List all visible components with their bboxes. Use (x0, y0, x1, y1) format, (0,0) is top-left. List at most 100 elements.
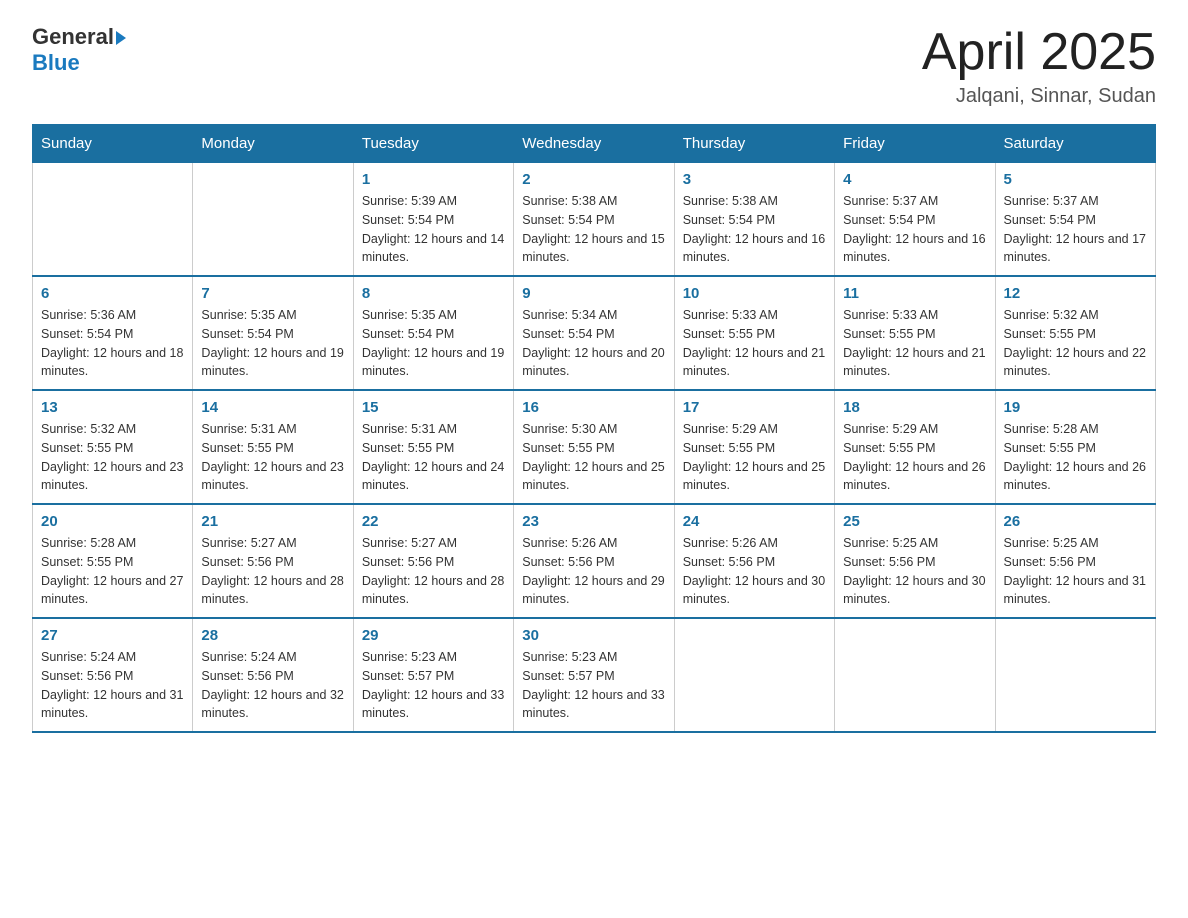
day-info: Sunrise: 5:27 AMSunset: 5:56 PMDaylight:… (362, 534, 505, 609)
day-info: Sunrise: 5:25 AMSunset: 5:56 PMDaylight:… (1004, 534, 1147, 609)
day-number: 1 (362, 171, 505, 188)
day-number: 13 (41, 399, 184, 416)
calendar-day-cell (674, 618, 834, 732)
calendar-day-cell: 4Sunrise: 5:37 AMSunset: 5:54 PMDaylight… (835, 163, 995, 277)
day-info: Sunrise: 5:29 AMSunset: 5:55 PMDaylight:… (843, 420, 986, 495)
logo-arrow-icon (116, 31, 126, 45)
calendar-day-cell: 30 Sunrise: 5:23 AMSunset: 5:57 PMDayligh… (514, 618, 674, 732)
calendar-header-cell: Wednesday (514, 125, 674, 163)
day-info: Sunrise: 5:37 AMSunset: 5:54 PMDaylight:… (1004, 192, 1147, 267)
day-info: Sunrise: 5:28 AMSunset: 5:55 PMDaylight:… (41, 534, 184, 609)
day-info: Sunrise: 5:26 AMSunset: 5:56 PMDaylight:… (683, 534, 826, 609)
calendar-table: SundayMondayTuesdayWednesdayThursdayFrid… (32, 124, 1156, 733)
day-number: 26 (1004, 513, 1147, 530)
calendar-day-cell: 28 Sunrise: 5:24 AMSunset: 5:56 PMDayligh… (193, 618, 353, 732)
day-info: Sunrise: 5:26 AMSunset: 5:56 PMDaylight:… (522, 534, 665, 609)
day-number: 20 (41, 513, 184, 530)
subtitle: Jalqani, Sinnar, Sudan (922, 85, 1156, 108)
calendar-day-cell: 24 Sunrise: 5:26 AMSunset: 5:56 PMDayligh… (674, 504, 834, 618)
title-block: April 2025 Jalqani, Sinnar, Sudan (922, 24, 1156, 108)
day-info: Sunrise: 5:32 AMSunset: 5:55 PMDaylight:… (1004, 306, 1147, 381)
calendar-day-cell: 7 Sunrise: 5:35 AMSunset: 5:54 PMDaylight… (193, 276, 353, 390)
day-number: 2 (522, 171, 665, 188)
calendar-day-cell: 22 Sunrise: 5:27 AMSunset: 5:56 PMDayligh… (353, 504, 513, 618)
day-info: Sunrise: 5:24 AMSunset: 5:56 PMDaylight:… (41, 648, 184, 723)
day-number: 17 (683, 399, 826, 416)
calendar-day-cell: 14 Sunrise: 5:31 AMSunset: 5:55 PMDayligh… (193, 390, 353, 504)
day-info: Sunrise: 5:32 AMSunset: 5:55 PMDaylight:… (41, 420, 184, 495)
calendar-header-cell: Friday (835, 125, 995, 163)
calendar-day-cell: 21Sunrise: 5:27 AMSunset: 5:56 PMDayligh… (193, 504, 353, 618)
main-title: April 2025 (922, 24, 1156, 81)
day-number: 16 (522, 399, 665, 416)
day-info: Sunrise: 5:39 AMSunset: 5:54 PMDaylight:… (362, 192, 505, 267)
calendar-day-cell: 10Sunrise: 5:33 AMSunset: 5:55 PMDayligh… (674, 276, 834, 390)
day-number: 25 (843, 513, 986, 530)
day-number: 19 (1004, 399, 1147, 416)
calendar-day-cell: 2 Sunrise: 5:38 AMSunset: 5:54 PMDaylight… (514, 163, 674, 277)
day-number: 23 (522, 513, 665, 530)
day-number: 29 (362, 627, 505, 644)
day-info: Sunrise: 5:23 AMSunset: 5:57 PMDaylight:… (522, 648, 665, 723)
calendar-day-cell: 23 Sunrise: 5:26 AMSunset: 5:56 PMDayligh… (514, 504, 674, 618)
day-number: 7 (201, 285, 344, 302)
logo-blue: Blue (32, 50, 80, 76)
day-number: 27 (41, 627, 184, 644)
day-info: Sunrise: 5:36 AMSunset: 5:54 PMDaylight:… (41, 306, 184, 381)
calendar-day-cell: 5 Sunrise: 5:37 AMSunset: 5:54 PMDaylight… (995, 163, 1155, 277)
calendar-week-row: 20 Sunrise: 5:28 AMSunset: 5:55 PMDayligh… (33, 504, 1156, 618)
calendar-day-cell: 1 Sunrise: 5:39 AMSunset: 5:54 PMDaylight… (353, 163, 513, 277)
calendar-day-cell: 17 Sunrise: 5:29 AMSunset: 5:55 PMDayligh… (674, 390, 834, 504)
day-info: Sunrise: 5:38 AMSunset: 5:54 PMDaylight:… (683, 192, 826, 267)
logo: General Blue (32, 24, 126, 76)
day-info: Sunrise: 5:24 AMSunset: 5:56 PMDaylight:… (201, 648, 344, 723)
day-number: 28 (201, 627, 344, 644)
day-info: Sunrise: 5:23 AMSunset: 5:57 PMDaylight:… (362, 648, 505, 723)
day-number: 5 (1004, 171, 1147, 188)
calendar-day-cell: 12 Sunrise: 5:32 AMSunset: 5:55 PMDayligh… (995, 276, 1155, 390)
day-number: 8 (362, 285, 505, 302)
calendar-day-cell: 3Sunrise: 5:38 AMSunset: 5:54 PMDaylight… (674, 163, 834, 277)
day-number: 30 (522, 627, 665, 644)
day-info: Sunrise: 5:35 AMSunset: 5:54 PMDaylight:… (201, 306, 344, 381)
logo-general: General (32, 24, 114, 50)
calendar-week-row: 6 Sunrise: 5:36 AMSunset: 5:54 PMDaylight… (33, 276, 1156, 390)
calendar-header-row: SundayMondayTuesdayWednesdayThursdayFrid… (33, 125, 1156, 163)
calendar-day-cell: 29 Sunrise: 5:23 AMSunset: 5:57 PMDayligh… (353, 618, 513, 732)
calendar-header-cell: Sunday (33, 125, 193, 163)
day-number: 12 (1004, 285, 1147, 302)
calendar-week-row: 27 Sunrise: 5:24 AMSunset: 5:56 PMDayligh… (33, 618, 1156, 732)
day-info: Sunrise: 5:34 AMSunset: 5:54 PMDaylight:… (522, 306, 665, 381)
calendar-day-cell (33, 163, 193, 277)
day-number: 22 (362, 513, 505, 530)
calendar-day-cell: 13 Sunrise: 5:32 AMSunset: 5:55 PMDayligh… (33, 390, 193, 504)
day-info: Sunrise: 5:31 AMSunset: 5:55 PMDaylight:… (201, 420, 344, 495)
calendar-day-cell: 8 Sunrise: 5:35 AMSunset: 5:54 PMDaylight… (353, 276, 513, 390)
calendar-header-cell: Monday (193, 125, 353, 163)
day-info: Sunrise: 5:31 AMSunset: 5:55 PMDaylight:… (362, 420, 505, 495)
page-header: General Blue April 2025 Jalqani, Sinnar,… (32, 24, 1156, 108)
calendar-day-cell: 15Sunrise: 5:31 AMSunset: 5:55 PMDayligh… (353, 390, 513, 504)
calendar-week-row: 1 Sunrise: 5:39 AMSunset: 5:54 PMDaylight… (33, 163, 1156, 277)
calendar-day-cell: 25Sunrise: 5:25 AMSunset: 5:56 PMDayligh… (835, 504, 995, 618)
day-number: 21 (201, 513, 344, 530)
day-info: Sunrise: 5:29 AMSunset: 5:55 PMDaylight:… (683, 420, 826, 495)
day-number: 9 (522, 285, 665, 302)
calendar-day-cell (193, 163, 353, 277)
day-info: Sunrise: 5:38 AMSunset: 5:54 PMDaylight:… (522, 192, 665, 267)
day-number: 4 (843, 171, 986, 188)
day-number: 6 (41, 285, 184, 302)
calendar-day-cell: 11Sunrise: 5:33 AMSunset: 5:55 PMDayligh… (835, 276, 995, 390)
day-info: Sunrise: 5:35 AMSunset: 5:54 PMDaylight:… (362, 306, 505, 381)
calendar-day-cell: 26 Sunrise: 5:25 AMSunset: 5:56 PMDayligh… (995, 504, 1155, 618)
calendar-week-row: 13 Sunrise: 5:32 AMSunset: 5:55 PMDayligh… (33, 390, 1156, 504)
day-number: 14 (201, 399, 344, 416)
day-number: 24 (683, 513, 826, 530)
day-info: Sunrise: 5:33 AMSunset: 5:55 PMDaylight:… (683, 306, 826, 381)
calendar-day-cell: 27 Sunrise: 5:24 AMSunset: 5:56 PMDayligh… (33, 618, 193, 732)
calendar-header-cell: Tuesday (353, 125, 513, 163)
calendar-day-cell: 6 Sunrise: 5:36 AMSunset: 5:54 PMDaylight… (33, 276, 193, 390)
calendar-day-cell (995, 618, 1155, 732)
calendar-day-cell: 9 Sunrise: 5:34 AMSunset: 5:54 PMDaylight… (514, 276, 674, 390)
calendar-day-cell: 20 Sunrise: 5:28 AMSunset: 5:55 PMDayligh… (33, 504, 193, 618)
